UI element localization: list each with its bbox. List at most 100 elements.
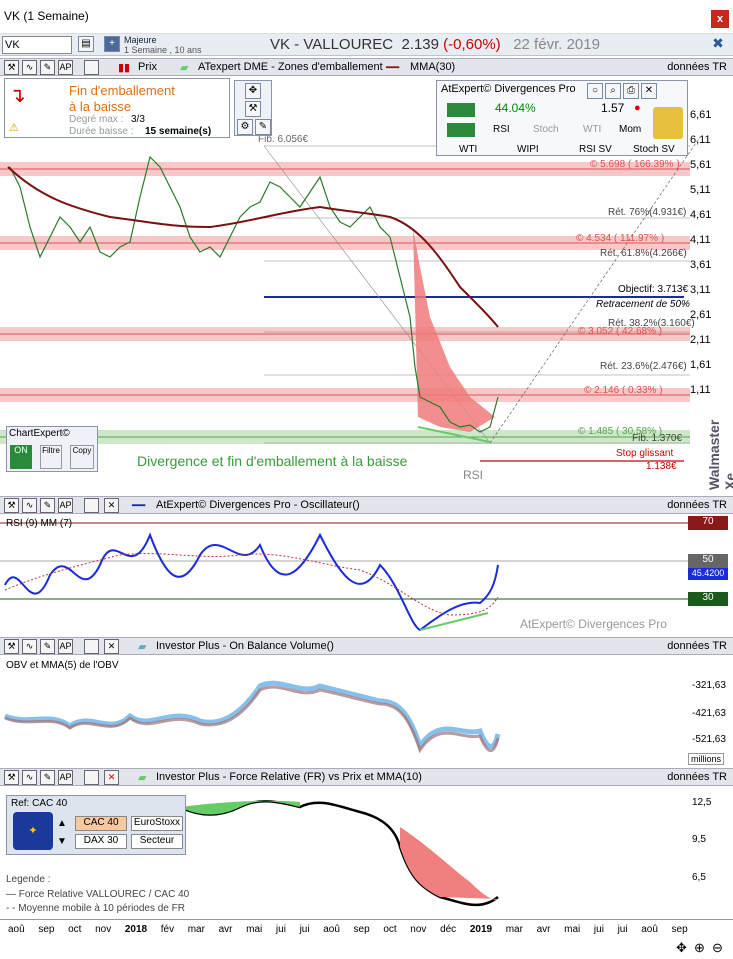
wave-icon[interactable]: ∿ xyxy=(22,498,37,513)
headline-change: (-0,60%) xyxy=(443,36,501,53)
wave-icon[interactable]: ∿ xyxy=(22,639,37,654)
tool-b-icon[interactable]: ✎ xyxy=(255,119,271,135)
chk-mom[interactable]: Mom xyxy=(619,124,641,135)
divergence-text: Divergence et fin d'emballement à la bai… xyxy=(137,453,408,469)
osc-title[interactable]: AtExpert© Divergences Pro - Oscillateur(… xyxy=(156,499,360,511)
window-icon[interactable] xyxy=(84,639,99,654)
window-icon[interactable] xyxy=(84,770,99,785)
ap-icon[interactable]: AP xyxy=(58,498,73,513)
on-button[interactable]: ON xyxy=(10,445,32,469)
mma-label[interactable]: MMA(30) xyxy=(410,61,455,73)
filtre-button[interactable]: Filtre xyxy=(40,445,62,469)
arrow-up-icon[interactable]: ▲ xyxy=(57,818,67,829)
alert-controls: ✥ ⚒ ⚙ ✎ xyxy=(234,80,272,136)
chartexpert-box: ChartExpert© ON Filtre Copy xyxy=(6,426,98,472)
copy-button[interactable]: Copy xyxy=(70,445,94,469)
cac40-button[interactable]: CAC 40 xyxy=(75,816,127,831)
tools-icon[interactable]: ✖ xyxy=(710,36,726,52)
rsi-line xyxy=(4,532,499,632)
x-ticks: aoû sep oct nov 2018 fév mar avr mai jui jui aoû sep… xyxy=(8,924,688,935)
move-icon[interactable]: ✥ xyxy=(676,940,687,956)
legend-title: Legende : xyxy=(6,874,51,885)
close-icon[interactable]: ✕ xyxy=(104,498,119,513)
obv-tick-2: -521,63 xyxy=(692,734,726,745)
wrench-icon[interactable]: ⚒ xyxy=(4,770,19,785)
zoom-in-icon[interactable]: ⊕ xyxy=(694,940,705,956)
divpro-title: AtExpert© Divergences Pro xyxy=(441,83,576,95)
wave-icon[interactable]: ∿ xyxy=(22,770,37,785)
legend-2: - - Moyenne mobile à 10 périodes de FR xyxy=(6,903,185,914)
chk-rsi[interactable]: RSI xyxy=(493,124,510,135)
title-bar: VK (1 Semaine) x xyxy=(0,0,733,34)
obv-title[interactable]: Investor Plus - On Balance Volume() xyxy=(156,640,334,652)
candle-icon: ▮▮ xyxy=(118,62,131,74)
hammer-icon[interactable]: ⚒ xyxy=(245,101,261,117)
tool-a-icon[interactable]: ⚙ xyxy=(237,119,253,135)
symbol-input[interactable]: VK xyxy=(2,36,72,54)
ref-label: Ref: CAC 40 xyxy=(11,798,68,809)
alert-title: Fin d'emballement xyxy=(69,83,175,98)
stop-label: Stop glissant xyxy=(616,448,674,459)
secteur-button[interactable]: Secteur xyxy=(131,834,183,849)
degre-label: Degré max : xyxy=(69,114,124,125)
osc-panel-header: ⚒ ∿ ✎ AP ✕ ━━ AtExpert© Divergences Pro … xyxy=(0,496,733,514)
window-icon[interactable] xyxy=(84,60,99,75)
headline-date: 22 févr. 2019 xyxy=(513,36,600,53)
divpro-box: AtExpert© Divergences Pro ○ ⌕ ⎙ ✕ 44.04%… xyxy=(436,80,688,156)
search-icon[interactable]: ⌕ xyxy=(605,83,621,99)
close-icon[interactable]: ✕ xyxy=(104,770,119,785)
chk2-rsisv[interactable]: RSI SV xyxy=(579,144,612,155)
majeure-label[interactable]: Majeure xyxy=(124,35,157,45)
bell-icon[interactable] xyxy=(653,107,683,139)
fr-icon: ▰ xyxy=(138,772,147,784)
dax30-button[interactable]: DAX 30 xyxy=(75,834,127,849)
obv-panel-header: ⚒ ∿ ✎ AP ✕ ▰ Investor Plus - On Balance … xyxy=(0,637,733,655)
wrench-icon[interactable]: ⚒ xyxy=(4,639,19,654)
zones-label[interactable]: ATexpert DME - Zones d'emballement xyxy=(198,61,383,73)
y70-badge: 70 xyxy=(688,516,728,530)
pen-icon[interactable]: ✎ xyxy=(40,60,55,75)
rsi-current: 45.4200 xyxy=(688,568,728,580)
wave-icon[interactable]: ∿ xyxy=(22,60,37,75)
ap-icon[interactable]: AP xyxy=(58,770,73,785)
close-icon[interactable]: ✕ xyxy=(641,83,657,99)
div-green2-icon[interactable] xyxy=(447,123,475,137)
print-icon[interactable]: ⎙ xyxy=(623,83,639,99)
div-green-icon[interactable] xyxy=(447,103,475,117)
chk2-wipi[interactable]: WIPI xyxy=(517,144,539,155)
chk2-wti[interactable]: WTI xyxy=(459,144,477,155)
circle-icon[interactable]: ○ xyxy=(587,83,603,99)
fr-tick-2: 6,5 xyxy=(692,872,706,883)
pen-icon[interactable]: ✎ xyxy=(40,770,55,785)
price-panel-header: ⚒ ∿ ✎ AP ▮▮ Prix ▰ ATexpert DME - Zones … xyxy=(0,58,733,76)
alert-sub: à la baisse xyxy=(69,99,132,114)
wrench-icon[interactable]: ⚒ xyxy=(4,498,19,513)
chk-stoch[interactable]: Stoch xyxy=(533,124,559,135)
divpro-pct: 44.04% xyxy=(495,101,536,115)
rsi-sub: RSI (9) MM (7) xyxy=(6,518,73,529)
eu-flag-icon: ✦ xyxy=(13,812,53,850)
ap-icon[interactable]: AP xyxy=(58,639,73,654)
wrench-icon[interactable]: ⚒ xyxy=(4,60,19,75)
chk-wti[interactable]: WTI xyxy=(583,124,601,135)
pen-icon[interactable]: ✎ xyxy=(40,639,55,654)
pen-icon[interactable]: ✎ xyxy=(40,498,55,513)
level-4534: © 4.534 ( 111.97% ) xyxy=(576,233,665,244)
panel3-donnees: données TR xyxy=(667,640,727,652)
close-icon[interactable]: ✕ xyxy=(104,639,119,654)
ap-icon[interactable]: AP xyxy=(58,60,73,75)
chk2-stochsv[interactable]: Stoch SV xyxy=(633,144,675,155)
fr-title[interactable]: Investor Plus - Force Relative (FR) vs P… xyxy=(156,771,422,783)
zoom-out-icon[interactable]: ⊖ xyxy=(712,940,723,956)
prix-label[interactable]: Prix xyxy=(138,61,157,73)
add-icon[interactable]: + xyxy=(104,36,120,52)
fr-panel-header: ⚒ ∿ ✎ AP ✕ ▰ Investor Plus - Force Relat… xyxy=(0,768,733,786)
move-icon[interactable]: ✥ xyxy=(245,83,261,99)
book-icon[interactable]: ▤ xyxy=(78,36,94,52)
level-5698: © 5.698 ( 166.39% ) xyxy=(590,159,680,170)
arrow-down-icon[interactable]: ▼ xyxy=(57,836,67,847)
eurostoxx-button[interactable]: EuroStoxx xyxy=(131,816,183,831)
window-icon[interactable] xyxy=(84,498,99,513)
close-button[interactable]: x xyxy=(711,10,729,28)
red-dot-icon: ● xyxy=(634,102,641,114)
